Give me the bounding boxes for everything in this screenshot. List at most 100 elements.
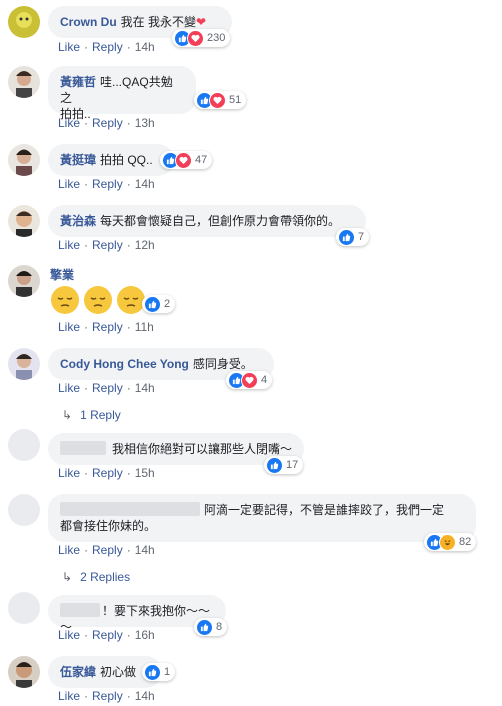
reply-button[interactable]: Reply xyxy=(92,689,123,703)
comment-text: 我在 我永不變 xyxy=(120,15,197,29)
comment-text: 每天都會懷疑自己，但創作原力會帶領你的。 xyxy=(100,214,341,228)
reply-button[interactable]: Reply xyxy=(92,381,123,395)
separator: · xyxy=(84,238,89,252)
avatar[interactable] xyxy=(8,494,40,526)
reaction-count[interactable]: 8 xyxy=(194,618,228,636)
comment-text: 初心做 xyxy=(100,665,137,679)
view-replies-label: 1 Reply xyxy=(80,408,121,422)
comment-time[interactable]: 16h xyxy=(135,628,155,642)
like-button[interactable]: Like xyxy=(58,628,80,642)
reaction-count-number: 230 xyxy=(207,32,226,44)
comment-bubble: 黃挺瑋 拍拍 QQ.. xyxy=(48,144,174,176)
comment-time[interactable]: 14h xyxy=(135,177,155,191)
like-button[interactable]: Like xyxy=(58,381,80,395)
separator: · xyxy=(84,628,89,642)
comment-author[interactable]: 黃挺瑋 xyxy=(60,153,96,167)
comment-bubble: 黃治森 每天都會懷疑自己，但創作原力會帶領你的。 xyxy=(48,205,366,237)
view-replies-link[interactable]: ↳ 2 Replies xyxy=(62,570,130,584)
reply-button[interactable]: Reply xyxy=(92,116,123,130)
avatar[interactable] xyxy=(8,348,40,380)
redacted-author-name xyxy=(60,502,200,516)
comment-author[interactable]: Crown Du xyxy=(60,15,117,29)
avatar[interactable] xyxy=(8,6,40,38)
comment-bubble: 阿滴一定要記得，不管是誰摔跤了，我們一定 都會接住你妹的。 xyxy=(48,494,476,542)
comment-time[interactable]: 14h xyxy=(135,381,155,395)
avatar[interactable] xyxy=(8,66,40,98)
love-reaction-icon xyxy=(175,151,192,169)
reaction-count[interactable]: 47 xyxy=(160,151,213,169)
reply-button[interactable]: Reply xyxy=(92,628,123,642)
avatar[interactable] xyxy=(8,265,40,297)
reaction-count[interactable]: 1 xyxy=(142,663,176,681)
pensive-face-icon xyxy=(117,286,145,314)
reaction-count[interactable]: 4 xyxy=(226,371,273,389)
reaction-count[interactable]: 2 xyxy=(142,295,176,313)
reaction-count-number: 17 xyxy=(286,459,299,471)
comment-actions: Like · Reply · 14h xyxy=(58,177,155,191)
reaction-count-number: 7 xyxy=(358,231,365,243)
comment-time[interactable]: 12h xyxy=(135,238,155,252)
comment-actions: Like · Reply · 16h xyxy=(58,628,155,642)
comment-author[interactable]: 擎業 xyxy=(50,266,74,283)
avatar[interactable] xyxy=(8,592,40,624)
avatar[interactable] xyxy=(8,429,40,461)
avatar[interactable] xyxy=(8,656,40,688)
emoji-row xyxy=(50,285,146,315)
comment-author[interactable]: 黃治森 xyxy=(60,214,96,228)
reply-button[interactable]: Reply xyxy=(92,543,123,557)
pensive-face-icon xyxy=(51,286,79,314)
like-button[interactable]: Like xyxy=(58,177,80,191)
reply-button[interactable]: Reply xyxy=(92,466,123,480)
comment-time[interactable]: 14h xyxy=(135,40,155,54)
like-button[interactable]: Like xyxy=(58,466,80,480)
separator: · xyxy=(84,116,89,130)
reaction-count-number: 47 xyxy=(195,154,208,166)
comment-actions: Like · Reply · 14h xyxy=(58,543,155,557)
separator: · xyxy=(126,177,131,191)
comment-actions: Like · Reply · 14h xyxy=(58,381,155,395)
separator: · xyxy=(126,381,131,395)
reaction-count[interactable]: 17 xyxy=(264,456,304,474)
comment-text: 阿滴一定要記得，不管是誰摔跤了，我們一定 xyxy=(204,503,445,517)
reaction-count[interactable]: 82 xyxy=(424,533,477,551)
view-replies-link[interactable]: ↳ 1 Reply xyxy=(62,408,121,422)
comment-time[interactable]: 14h xyxy=(135,689,155,703)
reaction-count[interactable]: 230 xyxy=(172,29,231,47)
comment-time[interactable]: 11h xyxy=(135,320,154,334)
comment-time[interactable]: 13h xyxy=(135,116,155,130)
like-button[interactable]: Like xyxy=(58,238,80,252)
like-button[interactable]: Like xyxy=(58,689,80,703)
haha-reaction-icon xyxy=(439,533,456,551)
separator: · xyxy=(84,177,89,191)
comment-author[interactable]: 黃雍哲 xyxy=(60,75,96,89)
avatar[interactable] xyxy=(8,205,40,237)
separator: · xyxy=(84,543,89,557)
reply-button[interactable]: Reply xyxy=(92,177,123,191)
avatar[interactable] xyxy=(8,144,40,176)
comment-author[interactable]: Cody Hong Chee Yong xyxy=(60,357,189,371)
comment-author[interactable]: 伍家緯 xyxy=(60,665,96,679)
reaction-count[interactable]: 7 xyxy=(336,228,370,246)
separator: · xyxy=(126,466,131,480)
reply-button[interactable]: Reply xyxy=(92,320,123,334)
like-button[interactable]: Like xyxy=(58,116,80,130)
view-replies-label: 2 Replies xyxy=(80,570,131,584)
like-button[interactable]: Like xyxy=(58,40,80,54)
like-button[interactable]: Like xyxy=(58,320,80,334)
like-button[interactable]: Like xyxy=(58,543,80,557)
comment-text: 拍拍 QQ.. xyxy=(100,153,153,167)
reaction-count[interactable]: 51 xyxy=(194,91,247,109)
comment-time[interactable]: 15h xyxy=(135,466,155,480)
reply-button[interactable]: Reply xyxy=(92,40,123,54)
reply-button[interactable]: Reply xyxy=(92,238,123,252)
separator: · xyxy=(126,320,131,334)
comment-actions: Like · Reply · 15h xyxy=(58,466,155,480)
comment-actions: Like · Reply · 14h xyxy=(58,689,155,703)
comment-actions: Like · Reply · 13h xyxy=(58,116,155,130)
comment-actions: Like · Reply · 12h xyxy=(58,238,155,252)
comment-time[interactable]: 14h xyxy=(135,543,155,557)
love-reaction-icon xyxy=(187,29,204,47)
separator: · xyxy=(126,628,131,642)
pensive-face-icon xyxy=(84,286,112,314)
separator: · xyxy=(126,689,131,703)
